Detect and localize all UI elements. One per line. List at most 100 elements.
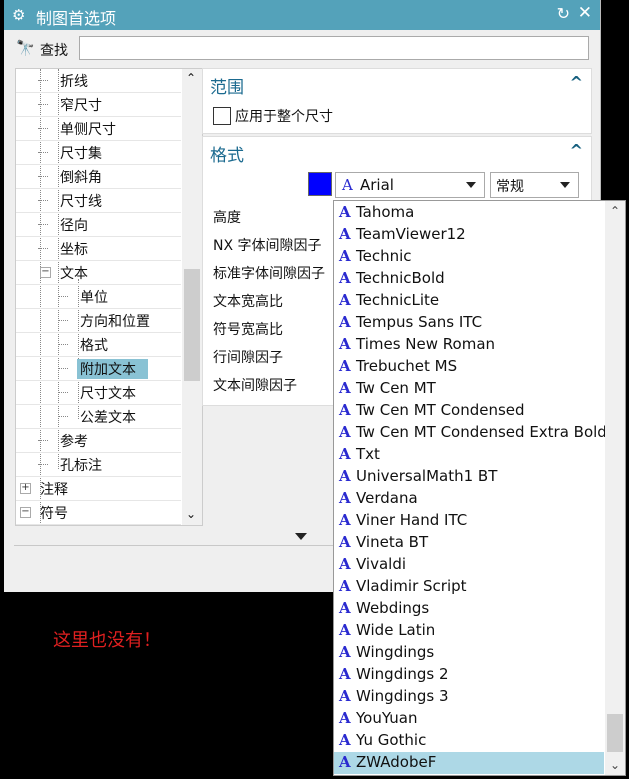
tree-connector	[58, 296, 68, 297]
apply-whole-dimension-checkbox[interactable]	[213, 107, 231, 125]
font-style-value: 常规	[496, 179, 524, 195]
tree-scrollbar[interactable]: ⌃ ⌄	[182, 69, 202, 525]
font-dropdown-list[interactable]: A ZWAdobeF A Yu Gothic A YouYuan A Wingdings 3A…	[333, 200, 626, 776]
font-option[interactable]: A Tw Cen MT	[334, 378, 604, 400]
font-option[interactable]: A TechnicBold	[334, 268, 604, 290]
font-option-label: TechnicLite	[356, 291, 440, 309]
tree-item[interactable]: 参考	[16, 429, 181, 453]
close-icon[interactable]: ✕	[578, 3, 592, 23]
font-option-label: Tw Cen MT Condensed	[356, 401, 525, 419]
tree-item[interactable]: 窄尺寸	[16, 93, 181, 117]
font-option[interactable]: A Tw Cen MT Condensed Extra Bold	[334, 422, 607, 444]
tree-item[interactable]: 方向和位置	[16, 309, 181, 333]
tree-item[interactable]: 尺寸线	[16, 189, 181, 213]
tree-item[interactable]: 折线	[16, 69, 181, 93]
font-option[interactable]: A Txt	[334, 444, 604, 466]
scroll-thumb[interactable]	[607, 714, 623, 752]
tree-connector	[38, 224, 48, 225]
font-icon: A	[339, 269, 351, 287]
collapse-icon[interactable]: −	[20, 507, 31, 518]
font-option[interactable]: A Vivaldi	[334, 554, 604, 576]
font-option[interactable]: A TechnicLite	[334, 290, 604, 312]
font-option[interactable]: A Tahoma	[334, 202, 604, 224]
tree-item[interactable]: 倒斜角	[16, 165, 181, 189]
reset-icon[interactable]: ↻	[557, 4, 570, 23]
font-style-select[interactable]: 常规	[490, 172, 579, 198]
font-option[interactable]: A Yu Gothic	[334, 730, 604, 752]
dropdown-scrollbar[interactable]: ⌃ ⌄	[605, 201, 625, 775]
font-option[interactable]: A Viner Hand ITC	[334, 510, 604, 532]
tree-item[interactable]: − 文本	[16, 261, 181, 285]
text-color-swatch[interactable]	[308, 172, 332, 196]
dialog-title: 制图首选项	[36, 9, 117, 28]
font-option-label: Vivaldi	[356, 555, 407, 573]
tree-connector	[38, 440, 48, 441]
scroll-up-icon[interactable]: ⌃	[186, 71, 196, 85]
tree-item[interactable]: − 符号	[16, 501, 181, 525]
font-option[interactable]: A ZWAdobeF	[334, 752, 604, 774]
font-icon: A	[339, 731, 351, 749]
tree-connector	[58, 392, 68, 393]
search-input[interactable]	[79, 36, 589, 60]
font-option[interactable]: A Times New Roman	[334, 334, 604, 356]
font-option[interactable]: A Wingdings 2	[334, 664, 604, 686]
tree-item[interactable]: 单位	[16, 285, 181, 309]
font-icon: A	[339, 709, 351, 727]
font-option[interactable]: A Wingdings 3	[334, 686, 604, 708]
tree-item-label: 注释	[40, 482, 68, 498]
font-option-label: Wingdings	[356, 643, 435, 661]
font-select[interactable]: A Arial	[335, 172, 485, 198]
collapse-icon[interactable]: −	[40, 267, 51, 278]
scroll-down-icon[interactable]: ⌄	[186, 507, 196, 521]
expand-more-icon[interactable]	[295, 533, 307, 540]
font-option[interactable]: A Vineta BT	[334, 532, 604, 554]
tree-item-label: 附加文本	[77, 359, 148, 379]
expand-icon[interactable]: +	[20, 483, 31, 494]
font-icon: A	[339, 357, 351, 375]
field-label: 文本宽高比	[213, 294, 283, 310]
tree-item-label: 格式	[80, 338, 108, 354]
font-option[interactable]: A Wingdings	[334, 642, 604, 664]
font-option[interactable]: A Trebuchet MS	[334, 356, 604, 378]
scroll-down-icon[interactable]: ⌄	[610, 758, 620, 772]
scroll-thumb[interactable]	[184, 269, 200, 381]
font-option[interactable]: A Wide Latin	[334, 620, 604, 642]
scroll-up-icon[interactable]: ⌃	[610, 204, 620, 218]
tree-connector	[38, 200, 48, 201]
tree-item-label: 尺寸文本	[80, 386, 136, 402]
font-option[interactable]: A YouYuan	[334, 708, 604, 730]
tree-item[interactable]: 公差文本	[16, 405, 181, 429]
tree-item[interactable]: 格式	[16, 333, 181, 357]
font-icon: A	[339, 621, 351, 639]
tree-item[interactable]: 径向	[16, 213, 181, 237]
tree-item[interactable]: 尺寸文本	[16, 381, 181, 405]
font-option-label: Tw Cen MT	[356, 379, 436, 397]
tree-item[interactable]: 孔标注	[16, 453, 181, 477]
tree-item-label: 坐标	[60, 242, 88, 258]
tree-item[interactable]: 单侧尺寸	[16, 117, 181, 141]
font-option[interactable]: A Technic	[334, 246, 604, 268]
font-option-label: TeamViewer12	[356, 225, 466, 243]
font-option[interactable]: A TeamViewer12	[334, 224, 604, 246]
font-option[interactable]: A Tempus Sans ITC	[334, 312, 604, 334]
font-option[interactable]: A Tw Cen MT Condensed	[334, 400, 604, 422]
font-icon: A	[339, 555, 351, 573]
tree-item-label: 尺寸集	[60, 146, 102, 162]
gear-icon: ⚙	[12, 6, 26, 24]
font-option[interactable]: A Vladimir Script	[334, 576, 604, 598]
font-icon: A	[339, 445, 351, 463]
tree-item[interactable]: + 注释	[16, 477, 181, 501]
font-option[interactable]: A Webdings	[334, 598, 604, 620]
font-option-label: Txt	[356, 445, 380, 463]
collapse-caret-icon[interactable]: ^	[570, 73, 583, 92]
font-icon: A	[339, 401, 351, 419]
tree-item[interactable]: 坐标	[16, 237, 181, 261]
tree-connector	[58, 368, 68, 369]
font-icon: A	[339, 313, 351, 331]
title-bar[interactable]: ⚙ 制图首选项 ↻ ✕	[4, 0, 600, 30]
font-option[interactable]: A Verdana	[334, 488, 604, 510]
tree-item[interactable]: 尺寸集	[16, 141, 181, 165]
collapse-caret-icon[interactable]: ^	[570, 141, 583, 160]
tree-item[interactable]: 附加文本	[16, 357, 181, 381]
font-option[interactable]: A UniversalMath1 BT	[334, 466, 604, 488]
